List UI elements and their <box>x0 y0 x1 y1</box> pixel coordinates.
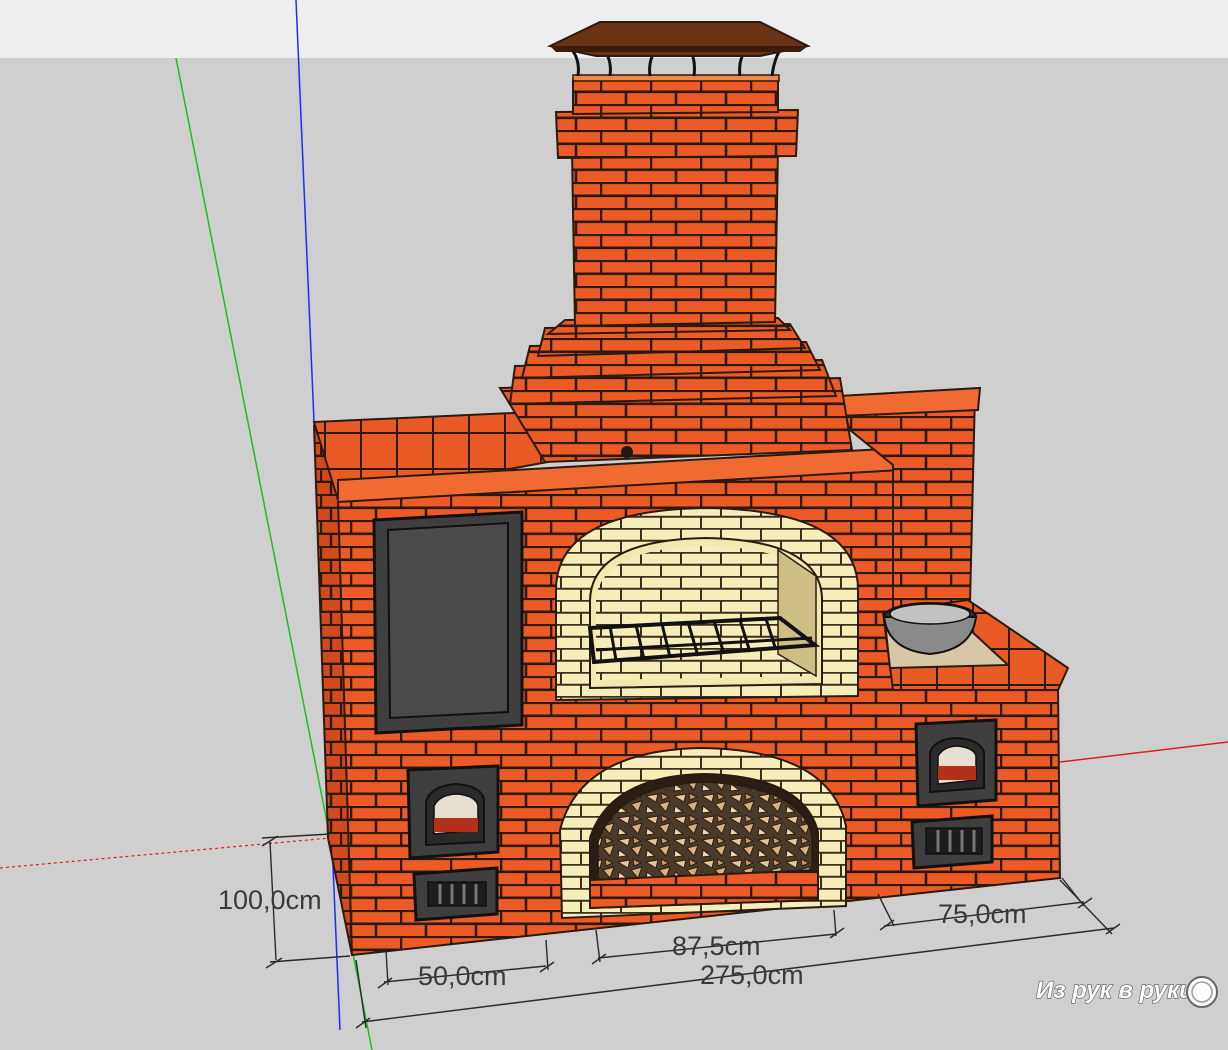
bbq-arch <box>555 506 859 702</box>
dimension-right-label: 75,0cm <box>938 899 1027 929</box>
dimension-middle-label: 87,5cm <box>672 931 761 961</box>
watermark-logo: Из рук в руки <box>1035 976 1218 1008</box>
sketchup-viewport[interactable]: 100,0cm 50,0cm 87,5cm 75,0cm 275,0cm Из … <box>0 0 1228 1050</box>
dimension-height-label: 100,0cm <box>218 885 322 915</box>
chimney-top-shaft <box>572 76 779 116</box>
tall-oven-door[interactable] <box>372 510 524 735</box>
watermark-text: Из рук в руки <box>1036 977 1194 1004</box>
damper-knob[interactable] <box>621 446 633 458</box>
right-oven-door-icon[interactable] <box>914 718 998 808</box>
oven-door-icon[interactable] <box>406 764 500 860</box>
chimney-rim <box>572 74 780 82</box>
right-ash-vent-icon[interactable] <box>910 814 994 870</box>
dimension-total-label: 275,0cm <box>700 960 804 990</box>
chimney-collar <box>554 108 800 160</box>
dimension-left-label: 50,0cm <box>418 961 507 991</box>
ash-vent-icon[interactable] <box>412 866 499 922</box>
chimney-shaft <box>570 146 780 328</box>
